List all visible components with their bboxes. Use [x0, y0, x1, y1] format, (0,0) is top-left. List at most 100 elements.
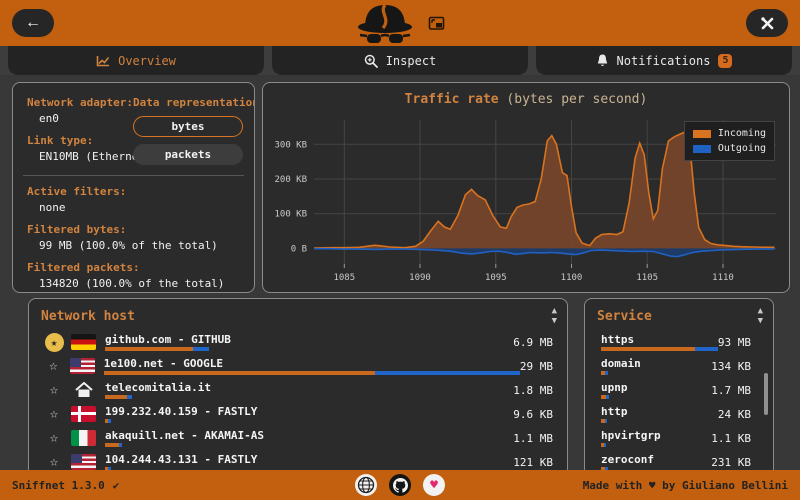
- logo-area: [0, 0, 800, 46]
- host-table-title: Network host: [41, 308, 135, 324]
- outgoing-bar: [604, 443, 606, 447]
- incoming-bar: [105, 395, 127, 399]
- traffic-bar: [105, 395, 211, 399]
- host-sort-icon[interactable]: ▲ ▼: [552, 306, 557, 326]
- github-icon[interactable]: [389, 474, 411, 496]
- favorite-star-icon[interactable]: ☆: [50, 382, 58, 398]
- adapter-info-panel: Network adapter: en0 Link type: EN10MB (…: [12, 82, 255, 293]
- incoming-bar: [105, 347, 193, 351]
- service-name: domain: [601, 357, 641, 370]
- svg-text:0 B: 0 B: [291, 244, 307, 254]
- svg-text:1090: 1090: [409, 273, 431, 283]
- favorite-star-icon[interactable]: ☆: [50, 406, 58, 422]
- host-name: 199.232.40.159 - FASTLY: [105, 405, 258, 418]
- traffic-bar: [601, 395, 628, 399]
- service-table-row[interactable]: domain 134 KB: [585, 354, 773, 378]
- country-flag-icon: [69, 358, 95, 374]
- country-flag-icon: [71, 454, 96, 470]
- traffic-bar: [601, 419, 628, 423]
- home-network-icon: [74, 382, 93, 397]
- host-table-row[interactable]: ☆ akaquill.net - AKAMAI-AS 1.1 MB: [29, 426, 567, 450]
- bytes-toggle-button[interactable]: bytes: [133, 116, 243, 137]
- chart-title-row: Traffic rate (bytes per second): [263, 92, 789, 107]
- settings-tools-icon: [760, 16, 773, 29]
- favorite-star-icon[interactable]: ★: [44, 332, 64, 352]
- tab-notifications[interactable]: Notifications 5: [536, 46, 792, 75]
- check-icon: ✔: [112, 478, 120, 492]
- credits-text: Made with ♥ by Giuliano Bellini: [582, 478, 788, 492]
- host-table-row[interactable]: ☆ telecomitalia.it 1.8 MB: [29, 378, 567, 402]
- tab-inspect[interactable]: Inspect: [272, 46, 528, 75]
- back-button[interactable]: ←: [12, 9, 54, 37]
- outgoing-bar: [375, 371, 520, 375]
- data-representation-column: Data representation: bytes packets: [133, 96, 255, 165]
- outgoing-bar: [193, 347, 209, 351]
- host-name: github.com - GITHUB: [105, 333, 231, 346]
- host-name: 104.244.43.131 - FASTLY: [105, 453, 258, 466]
- outgoing-bar: [695, 347, 718, 351]
- country-flag-icon: [71, 334, 96, 350]
- host-table-row[interactable]: ★ github.com - GITHUB 6.9 MB: [29, 330, 567, 354]
- host-table-row[interactable]: ☆ 104.244.43.131 - FASTLY 121 KB: [29, 450, 567, 470]
- svg-text:1110: 1110: [712, 273, 734, 283]
- host-traffic-value: 121 KB: [513, 455, 553, 469]
- tab-notifications-label: Notifications: [616, 53, 711, 68]
- legend-item-outgoing: Outgoing: [692, 141, 766, 156]
- host-traffic-value: 29 MB: [519, 359, 553, 373]
- service-panel: Service ▲ ▼ https 93 MB domain 134 KB upn…: [584, 298, 774, 470]
- favorite-star-icon[interactable]: ☆: [49, 358, 57, 374]
- host-name: 1e100.net - GOOGLE: [103, 357, 223, 370]
- footer-bar: Sniffnet 1.3.0 ✔ ♥ Made with ♥ by Giulia…: [0, 470, 800, 500]
- service-traffic-value: 1.1 KB: [711, 431, 751, 445]
- tab-overview-label: Overview: [118, 53, 176, 68]
- settings-divider: [23, 175, 244, 176]
- service-name: hpvirtgrp: [601, 429, 661, 442]
- favorite-star-icon[interactable]: ☆: [50, 430, 58, 446]
- sniffnet-detective-logo: [357, 3, 412, 43]
- settings-button[interactable]: [746, 9, 788, 37]
- tab-bar: Overview Inspect Notifications 5: [0, 46, 800, 75]
- service-table-row[interactable]: zeroconf 231 KB: [585, 450, 773, 470]
- top-bar: ←: [0, 0, 800, 46]
- service-sort-icon[interactable]: ▲ ▼: [758, 306, 763, 326]
- traffic-rate-panel: Traffic rate (bytes per second) 0 B 100 K…: [262, 82, 790, 293]
- host-table-row[interactable]: ☆ 199.232.40.159 - FASTLY 9.6 KB: [29, 402, 567, 426]
- link-type-value: EN10MB (Ethernet): [39, 150, 152, 163]
- active-filters-label: Active filters:: [27, 185, 127, 198]
- website-globe-icon[interactable]: [355, 474, 377, 496]
- host-table-header: Network host ▲ ▼: [29, 299, 567, 330]
- service-table-row[interactable]: https 93 MB: [585, 330, 773, 354]
- svg-text:1095: 1095: [485, 273, 507, 283]
- favorite-star-icon[interactable]: ☆: [50, 454, 58, 470]
- traffic-bar: [601, 347, 718, 351]
- incoming-bar: [601, 347, 696, 351]
- outgoing-bar: [119, 443, 122, 447]
- host-traffic-value: 1.8 MB: [513, 383, 553, 397]
- traffic-bar: [601, 371, 641, 375]
- host-table-body: ★ github.com - GITHUB 6.9 MB ☆ 1e100.net…: [29, 330, 567, 470]
- filters-section: Active filters: none Filtered bytes: 99 …: [27, 185, 248, 292]
- version-label: Sniffnet 1.3.0: [12, 478, 105, 492]
- incoming-bar: [103, 371, 376, 375]
- adapter-label: Network adapter:: [27, 96, 133, 109]
- service-table-row[interactable]: http 24 KB: [585, 402, 773, 426]
- service-table-header: Service ▲ ▼: [585, 299, 773, 330]
- data-representation-label: Data representation:: [133, 96, 255, 109]
- filtered-bytes-value: 99 MB (100.0% of the total): [39, 239, 218, 252]
- host-name: telecomitalia.it: [105, 381, 211, 394]
- filtered-packets-label: Filtered packets:: [27, 261, 140, 274]
- sponsor-heart-icon[interactable]: ♥: [423, 474, 445, 496]
- host-table-row[interactable]: ☆ 1e100.net - GOOGLE 29 MB: [29, 354, 567, 378]
- tab-overview[interactable]: Overview: [8, 46, 264, 75]
- traffic-bar: [105, 443, 264, 447]
- outgoing-bar: [605, 371, 608, 375]
- country-flag-icon: [71, 406, 96, 422]
- service-table-row[interactable]: upnp 1.7 MB: [585, 378, 773, 402]
- link-type-label: Link type:: [27, 134, 94, 147]
- service-table-row[interactable]: hpvirtgrp 1.1 KB: [585, 426, 773, 450]
- notifications-badge: 5: [718, 53, 733, 68]
- packets-toggle-button[interactable]: packets: [133, 144, 243, 165]
- incoming-bar: [105, 443, 119, 447]
- sniffnet-window: ← Overview Inspect Notifications 5 Netwo…: [0, 0, 800, 500]
- service-scrollbar[interactable]: [764, 373, 768, 415]
